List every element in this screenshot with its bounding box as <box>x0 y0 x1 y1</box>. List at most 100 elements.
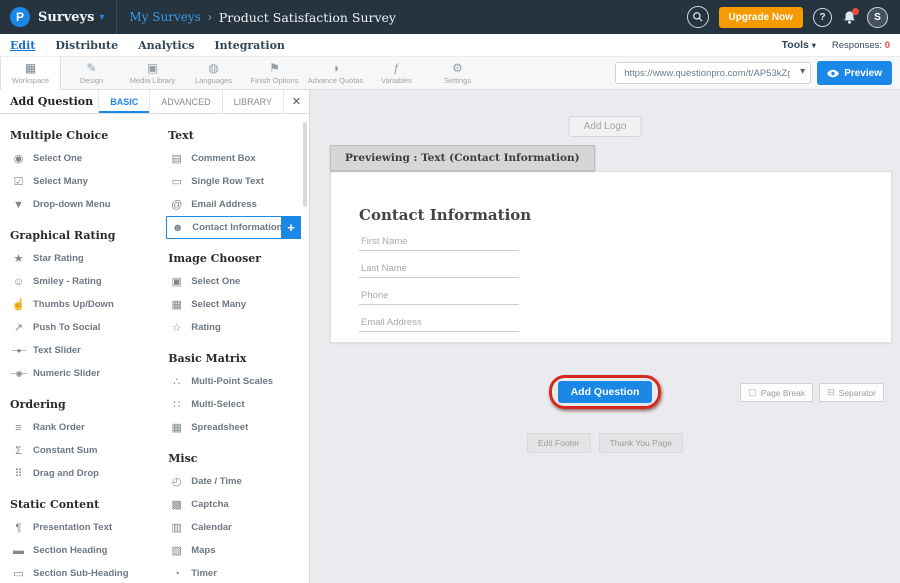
user-avatar[interactable]: S <box>867 7 888 28</box>
add-question-button[interactable]: Add Question <box>558 381 653 403</box>
help-button[interactable]: ? <box>813 8 832 27</box>
surveys-product-dropdown[interactable]: Surveys ▾ <box>38 10 104 25</box>
breadcrumb-separator: › <box>208 10 212 24</box>
qtype-constant-sum[interactable]: Σ Constant Sum <box>8 439 166 462</box>
image-star-icon: ☆ <box>169 321 184 334</box>
tools-dropdown[interactable]: Tools ▾ <box>782 39 816 51</box>
edit-footer-button[interactable]: Edit Footer <box>527 433 591 453</box>
survey-url-input[interactable] <box>615 62 811 84</box>
qtype-image-select-one[interactable]: ▣ Select One <box>166 270 301 293</box>
qtype-single-row-text[interactable]: ▭ Single Row Text <box>166 170 301 193</box>
qtype-text-slider[interactable]: ─●─ Text Slider <box>8 339 166 362</box>
responses-link[interactable]: Responses: 0 <box>832 40 890 51</box>
question-title: Contact Information <box>359 206 891 224</box>
toolbar-design[interactable]: ✎ Design <box>61 57 122 90</box>
breadcrumb-my-surveys[interactable]: My Surveys <box>129 10 200 24</box>
first-name-field[interactable] <box>359 230 519 251</box>
qtype-rank-order[interactable]: ≡ Rank Order <box>8 416 166 439</box>
breadcrumb-current-survey: Product Satisfaction Survey <box>219 10 396 25</box>
add-logo-button[interactable]: Add Logo <box>569 116 642 137</box>
qtype-section-sub-heading[interactable]: ▭ Section Sub-Heading <box>8 562 166 583</box>
search-button[interactable] <box>687 6 709 28</box>
qtype-select-one[interactable]: ◉ Select One <box>8 147 166 170</box>
advance-quotas-icon: ◑ <box>332 62 339 74</box>
qtype-smiley-rating[interactable]: ☺ Smiley - Rating <box>8 270 166 293</box>
tab-basic[interactable]: BASIC <box>98 90 149 113</box>
brand-label: Surveys <box>38 10 94 25</box>
qtype-label: Section Sub-Heading <box>33 568 129 579</box>
toolbar-languages[interactable]: ◍ Languages <box>183 57 244 90</box>
qtype-email-address[interactable]: @ Email Address <box>166 193 301 216</box>
upgrade-now-button[interactable]: Upgrade Now <box>719 7 803 28</box>
add-contact-information-button[interactable]: + <box>281 216 301 239</box>
page-break-label: Page Break <box>761 388 805 398</box>
preview-button[interactable]: Preview <box>817 61 892 85</box>
responses-count: 0 <box>885 40 890 51</box>
tab-library[interactable]: LIBRARY <box>222 90 283 113</box>
qtype-maps[interactable]: ▧ Maps <box>166 539 301 562</box>
toolbar-finish-options[interactable]: ⚑ Finish Options <box>244 57 305 90</box>
settings-gear-icon: ⚙ <box>452 62 463 74</box>
qtype-push-to-social[interactable]: ↗ Push To Social <box>8 316 166 339</box>
qtype-label: Star Rating <box>33 253 84 264</box>
qtype-presentation-text[interactable]: ¶ Presentation Text <box>8 516 166 539</box>
qtype-label: Drag and Drop <box>33 468 99 479</box>
multi-point-icon: ∴ <box>169 375 184 388</box>
url-options-caret-icon[interactable]: ▾ <box>800 66 805 77</box>
toolbar-workspace[interactable]: ▦ Workspace <box>0 57 61 90</box>
questionpro-logo[interactable]: P <box>10 7 30 27</box>
tab-distribute[interactable]: Distribute <box>45 39 128 52</box>
last-name-field[interactable] <box>359 257 519 278</box>
qtype-multi-select[interactable]: ∷ Multi-Select <box>166 393 301 416</box>
qtype-spreadsheet[interactable]: ▦ Spreadsheet <box>166 416 301 439</box>
tab-edit[interactable]: Edit <box>0 39 45 52</box>
tools-label: Tools <box>782 39 809 51</box>
qtype-date-time[interactable]: ◴ Date / Time <box>166 470 301 493</box>
tab-analytics[interactable]: Analytics <box>128 39 204 52</box>
qtype-multi-point-scales[interactable]: ∴ Multi-Point Scales <box>166 370 301 393</box>
qtype-section-heading[interactable]: ▬ Section Heading <box>8 539 166 562</box>
qtype-captcha[interactable]: ▩ Captcha <box>166 493 301 516</box>
qtype-thumbs-up-down[interactable]: ☝ Thumbs Up/Down <box>8 293 166 316</box>
toolbar-advance-quotas[interactable]: ◑ Advance Quotas <box>305 57 366 90</box>
add-question-highlight-ring: Add Question <box>549 375 662 409</box>
qtype-label: Date / Time <box>191 476 242 487</box>
qtype-label: Select One <box>191 276 240 287</box>
qtype-label: Text Slider <box>33 345 81 356</box>
phone-field[interactable] <box>359 284 519 305</box>
image-radio-icon: ▣ <box>169 275 184 288</box>
qtype-label: Select Many <box>191 299 246 310</box>
close-panel-button[interactable]: ✕ <box>283 90 309 113</box>
notifications-button[interactable] <box>842 10 857 25</box>
email-address-field[interactable] <box>359 311 519 332</box>
qtype-numeric-slider[interactable]: ─◉─ Numeric Slider <box>8 362 166 385</box>
qtype-calendar[interactable]: ▥ Calendar <box>166 516 301 539</box>
page-break-icon: ▢ <box>748 387 757 398</box>
tab-integration[interactable]: Integration <box>204 39 294 52</box>
qtype-image-rating[interactable]: ☆ Rating <box>166 316 301 339</box>
sigma-icon: Σ <box>11 445 26 457</box>
spreadsheet-grid-icon: ▦ <box>169 421 184 434</box>
qtype-select-many[interactable]: ☑ Select Many <box>8 170 166 193</box>
separator-button[interactable]: ⊟ Separator <box>819 383 884 402</box>
drag-handle-icon: ⠿ <box>11 467 26 480</box>
sidebar-scrollbar[interactable] <box>303 122 307 207</box>
qtype-timer[interactable]: ◔ Timer <box>166 562 301 583</box>
panel-title: Add Question <box>0 90 98 113</box>
tab-advanced[interactable]: ADVANCED <box>149 90 221 113</box>
star-icon: ★ <box>11 252 26 265</box>
thank-you-page-button[interactable]: Thank You Page <box>599 433 683 453</box>
toolbar-media-library[interactable]: ▣ Media Library <box>122 57 183 90</box>
toolbar-label: Variables <box>381 76 412 85</box>
qtype-image-select-many[interactable]: ▦ Select Many <box>166 293 301 316</box>
toolbar-variables[interactable]: ƒ Variables <box>366 57 427 90</box>
qtype-dropdown-menu[interactable]: ▼ Drop-down Menu <box>8 193 166 216</box>
qtype-star-rating[interactable]: ★ Star Rating <box>8 247 166 270</box>
dropdown-icon: ▼ <box>11 199 26 211</box>
qtype-contact-information-selected[interactable]: ☻ Contact Information + <box>166 216 301 239</box>
qtype-comment-box[interactable]: ▤ Comment Box <box>166 147 301 170</box>
page-break-button[interactable]: ▢ Page Break <box>740 383 813 402</box>
toolbar-settings[interactable]: ⚙ Settings <box>427 57 488 90</box>
qtype-label: Numeric Slider <box>33 368 100 379</box>
qtype-drag-and-drop[interactable]: ⠿ Drag and Drop <box>8 462 166 485</box>
